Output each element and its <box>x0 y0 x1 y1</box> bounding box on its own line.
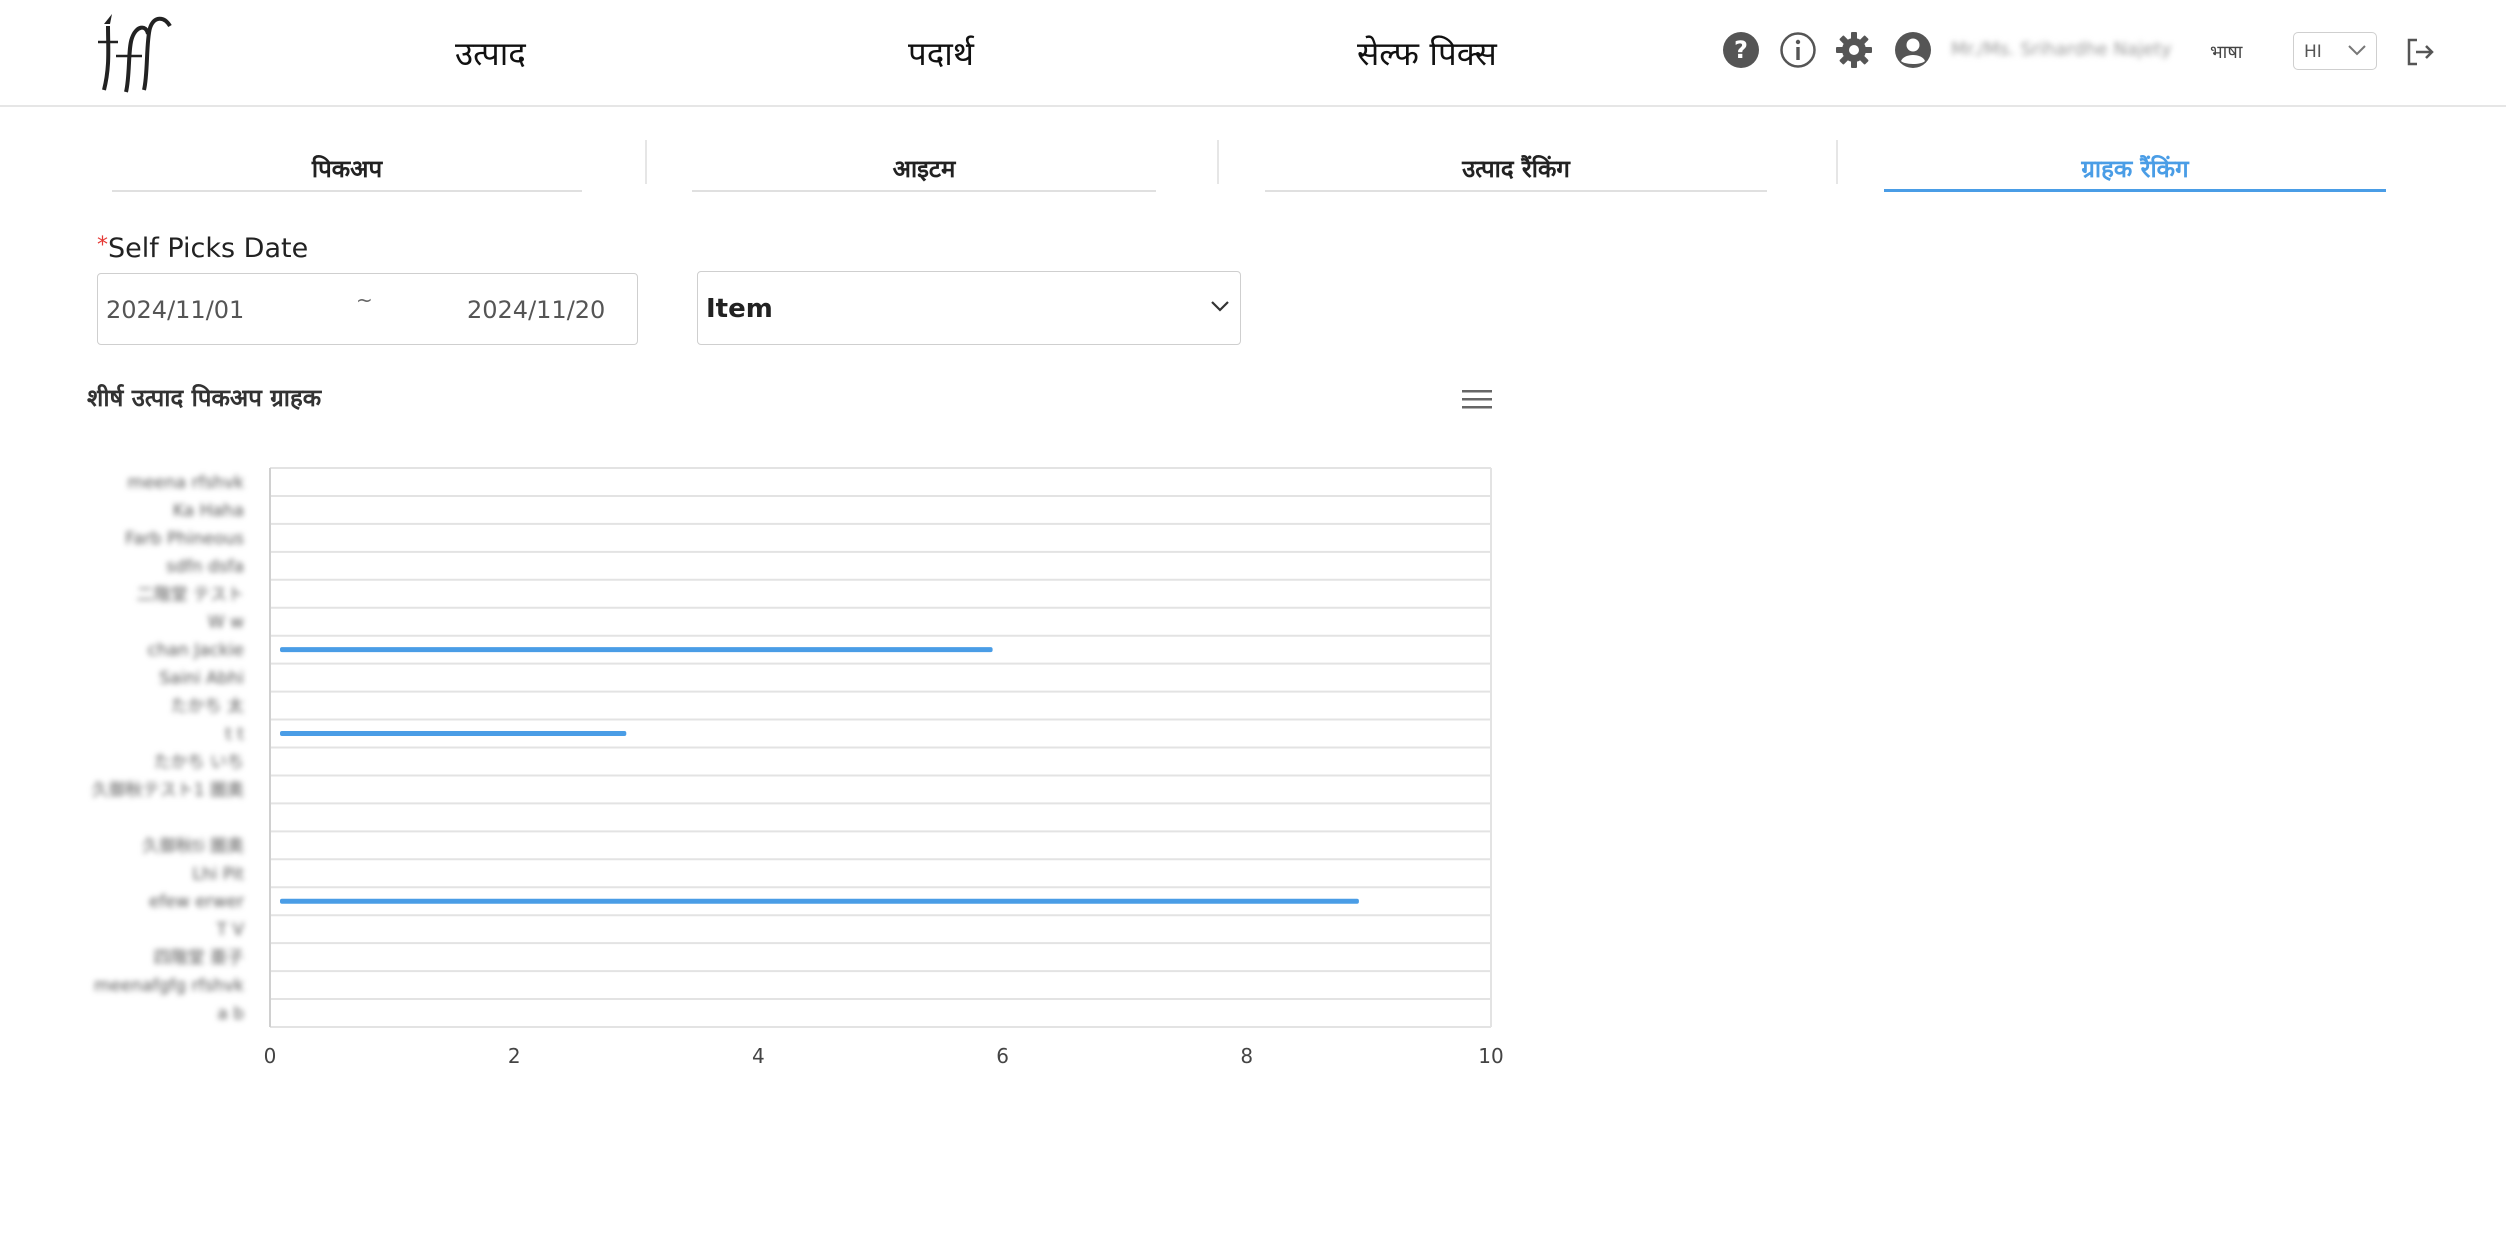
date-range-picker[interactable]: 2024/11/01 ~ 2024/11/20 <box>97 273 638 345</box>
y-tick-label: a b <box>217 1004 244 1024</box>
tab-product-ranking[interactable]: उत्पाद रैंकिंग <box>1265 150 1767 192</box>
y-tick-label: Lhi Pit <box>192 864 244 884</box>
y-tick-label: W w <box>208 613 244 633</box>
help-icon[interactable]: ? <box>1722 31 1760 69</box>
account-avatar-icon[interactable] <box>1894 31 1932 69</box>
y-tick-label: t t <box>225 725 244 745</box>
y-tick-label: Saini Abhi <box>159 669 244 689</box>
category-select-value: Item <box>706 294 773 324</box>
y-tick-label: Ka Haha <box>173 501 244 521</box>
nav-products[interactable]: उत्पाद <box>455 30 526 75</box>
y-tick-label: T V <box>216 920 245 940</box>
tab-item[interactable]: आइटम <box>692 150 1156 192</box>
date-start-input[interactable]: 2024/11/01 <box>106 296 244 324</box>
date-separator: ~ <box>356 288 373 312</box>
y-tick-label: Farb Phineous <box>125 529 244 549</box>
y-tick-label: たかち いち <box>154 752 244 772</box>
y-tick-label: 久御秋テスト1 圏奥 <box>92 780 244 800</box>
y-tick-label: 四階堂 亜子 <box>154 948 244 968</box>
x-tick-label: 2 <box>508 1044 521 1068</box>
x-tick-label: 6 <box>996 1044 1009 1068</box>
tab-pickup[interactable]: पिकअप <box>112 150 582 192</box>
tab-divider <box>1217 140 1219 184</box>
category-select[interactable]: Item <box>697 271 1241 345</box>
tab-divider <box>1836 140 1838 184</box>
y-tick-label: meenafgfg rfshvk <box>94 976 244 996</box>
customer-ranking-chart: meena rfshvk Ka Haha Farb Phineous sdfn dsf… <box>92 467 1504 1068</box>
date-label-text: Self Picks Date <box>108 233 309 264</box>
y-tick-label: chan Jackie <box>147 641 244 661</box>
nav-self-picks[interactable]: सेल्फ पिक्स <box>1357 30 1497 75</box>
language-value: HI <box>2304 42 2322 62</box>
x-tick-label: 8 <box>1240 1044 1253 1068</box>
language-label: भाषा <box>2210 42 2243 63</box>
bar-15 <box>280 898 1359 904</box>
chart-title: शीर्ष उत्पाद पिकअप ग्राहक <box>87 384 322 412</box>
date-field-label: *Self Picks Date <box>97 233 308 264</box>
info-icon[interactable] <box>1779 31 1817 69</box>
svg-text:?: ? <box>1734 36 1748 64</box>
x-tick-label: 0 <box>264 1044 277 1068</box>
settings-gear-icon[interactable] <box>1835 31 1873 69</box>
user-name: Mr./Ms. Srihardhe Najety <box>1951 39 2172 60</box>
brand-logo[interactable] <box>86 6 178 98</box>
chart-menu-icon[interactable] <box>1462 388 1492 412</box>
app-header: उत्पाद पदार्थ सेल्फ पिक्स ? Mr./Ms. Srih… <box>0 0 2506 107</box>
y-tick-label: sdfn dsfa <box>166 557 244 577</box>
tab-customer-ranking[interactable]: ग्राहक रैंकिंग <box>1884 150 2386 192</box>
y-tick-label: 二階堂 テスト <box>137 585 244 605</box>
y-tick-label: 久御秋ti 圏奥 <box>142 836 244 856</box>
y-tick-label: efew erwer <box>149 892 244 912</box>
chevron-down-icon <box>2348 45 2366 56</box>
tab-divider <box>645 140 647 184</box>
x-tick-label: 10 <box>1478 1044 1503 1068</box>
logout-icon[interactable] <box>2404 36 2436 68</box>
language-select[interactable]: HI <box>2293 32 2377 70</box>
y-tick-label: たかち 太 <box>171 697 244 717</box>
x-tick-label: 4 <box>752 1044 765 1068</box>
bar-9 <box>280 731 627 737</box>
bar-6 <box>280 647 993 653</box>
chevron-down-icon <box>1211 301 1229 312</box>
date-end-input[interactable]: 2024/11/20 <box>467 296 605 324</box>
nav-items[interactable]: पदार्थ <box>908 30 974 75</box>
y-tick-label: meena rfshvk <box>127 473 244 493</box>
required-mark: * <box>97 233 108 258</box>
